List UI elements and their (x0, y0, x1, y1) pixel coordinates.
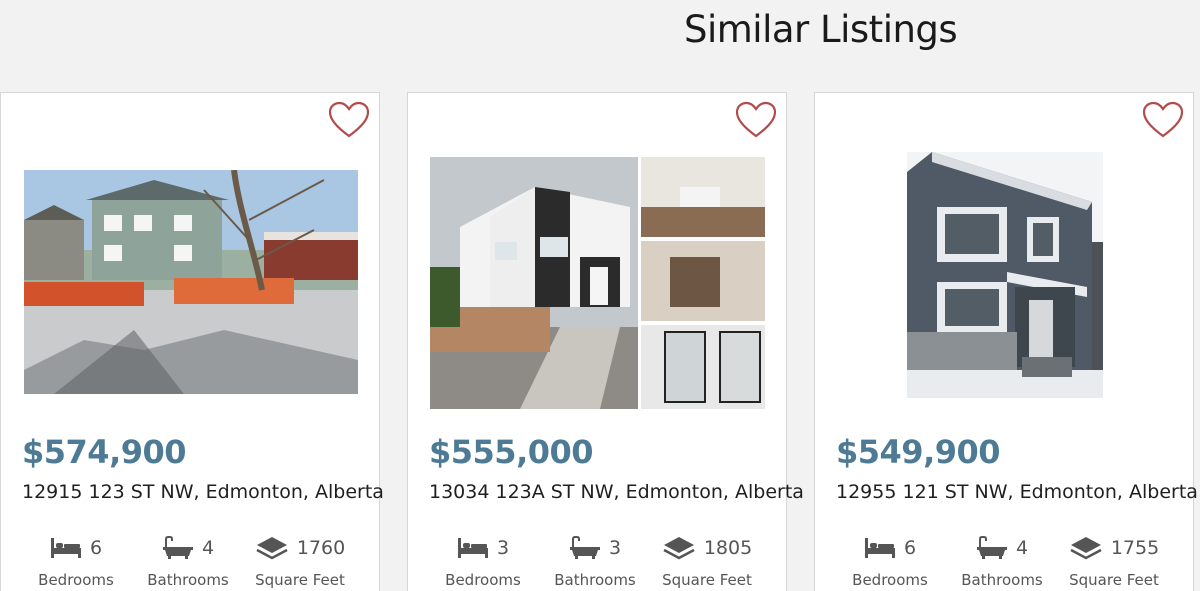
bedrooms-count: 3 (496, 537, 510, 559)
bathtub-icon (976, 536, 1007, 559)
bathrooms-count: 4 (201, 537, 215, 559)
bedrooms-count: 6 (903, 537, 917, 559)
square-feet-value: 1760 (296, 537, 346, 559)
square-feet-stat: 1755 Square Feet (1059, 533, 1169, 589)
bedrooms-stat: 6 Bedrooms (21, 533, 131, 589)
listing-price[interactable]: $549,900 (836, 433, 1001, 471)
listing-address[interactable]: 13034 123A ST NW, Edmonton, Alberta (429, 481, 804, 503)
square-feet-stat: 1760 Square Feet (245, 533, 355, 589)
bathtub-icon (569, 536, 600, 559)
house-photo-collage-image (430, 157, 765, 409)
bathtub-icon (162, 536, 193, 559)
listing-photo[interactable] (430, 157, 765, 409)
listing-card[interactable]: $555,000 13034 123A ST NW, Edmonton, Alb… (407, 92, 804, 591)
bedrooms-stat: 3 Bedrooms (428, 533, 538, 589)
square-feet-icon (256, 537, 288, 560)
heart-icon[interactable] (328, 101, 370, 139)
bed-icon (50, 538, 81, 558)
bedrooms-count: 6 (89, 537, 103, 559)
listing-photo[interactable] (24, 170, 358, 394)
house-photo-image (24, 170, 358, 394)
bathrooms-count: 3 (608, 537, 622, 559)
bathrooms-label: Bathrooms (554, 571, 636, 589)
section-title: Similar Listings (684, 8, 958, 51)
square-feet-stat: 1805 Square Feet (652, 533, 762, 589)
bathrooms-label: Bathrooms (961, 571, 1043, 589)
heart-icon[interactable] (1142, 101, 1184, 139)
listing-address[interactable]: 12915 123 ST NW, Edmonton, Alberta (22, 481, 384, 503)
bathrooms-count: 4 (1015, 537, 1029, 559)
listing-price[interactable]: $555,000 (429, 433, 594, 471)
square-feet-label: Square Feet (1069, 571, 1159, 589)
square-feet-icon (663, 537, 695, 560)
square-feet-value: 1805 (703, 537, 753, 559)
square-feet-value: 1755 (1110, 537, 1160, 559)
square-feet-label: Square Feet (662, 571, 752, 589)
bedrooms-label: Bedrooms (852, 571, 928, 589)
bed-icon (457, 538, 488, 558)
bathrooms-stat: 4 Bathrooms (133, 533, 243, 589)
bedrooms-label: Bedrooms (445, 571, 521, 589)
listing-price[interactable]: $574,900 (22, 433, 187, 471)
square-feet-label: Square Feet (255, 571, 345, 589)
bedrooms-label: Bedrooms (38, 571, 114, 589)
listing-photo[interactable] (907, 152, 1103, 398)
bed-icon (864, 538, 895, 558)
bedrooms-stat: 6 Bedrooms (835, 533, 945, 589)
listing-card[interactable]: $574,900 12915 123 ST NW, Edmonton, Albe… (0, 92, 384, 591)
square-feet-icon (1070, 537, 1102, 560)
listing-card[interactable]: $549,900 12955 121 ST NW, Edmonton, Albe… (814, 92, 1198, 591)
bathrooms-stat: 4 Bathrooms (947, 533, 1057, 589)
house-photo-image (907, 152, 1103, 398)
bathrooms-label: Bathrooms (147, 571, 229, 589)
bathrooms-stat: 3 Bathrooms (540, 533, 650, 589)
heart-icon[interactable] (735, 101, 777, 139)
listing-address[interactable]: 12955 121 ST NW, Edmonton, Alberta (836, 481, 1198, 503)
